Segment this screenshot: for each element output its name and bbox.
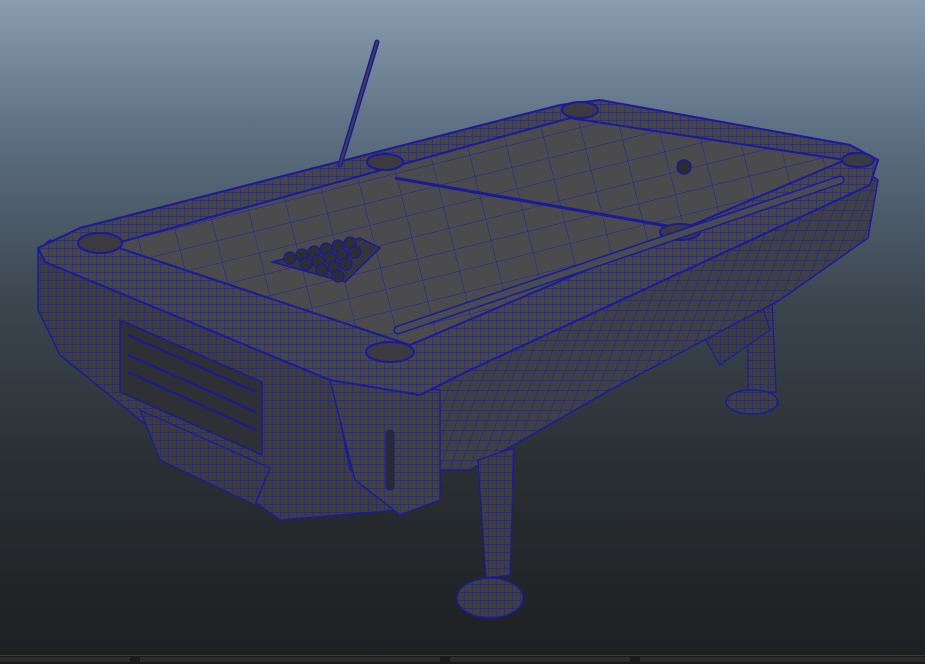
status-segment [450,657,630,662]
status-segment [0,657,130,662]
status-segment [140,657,440,662]
status-segment [640,657,925,662]
cue-ball [676,159,692,175]
table-leg-front-right [456,447,524,619]
viewport-status-strip [0,655,925,664]
pool-table-wireframe-scene [36,39,880,619]
maya-viewport[interactable] [0,0,925,664]
cue-stick-standing [337,39,380,168]
